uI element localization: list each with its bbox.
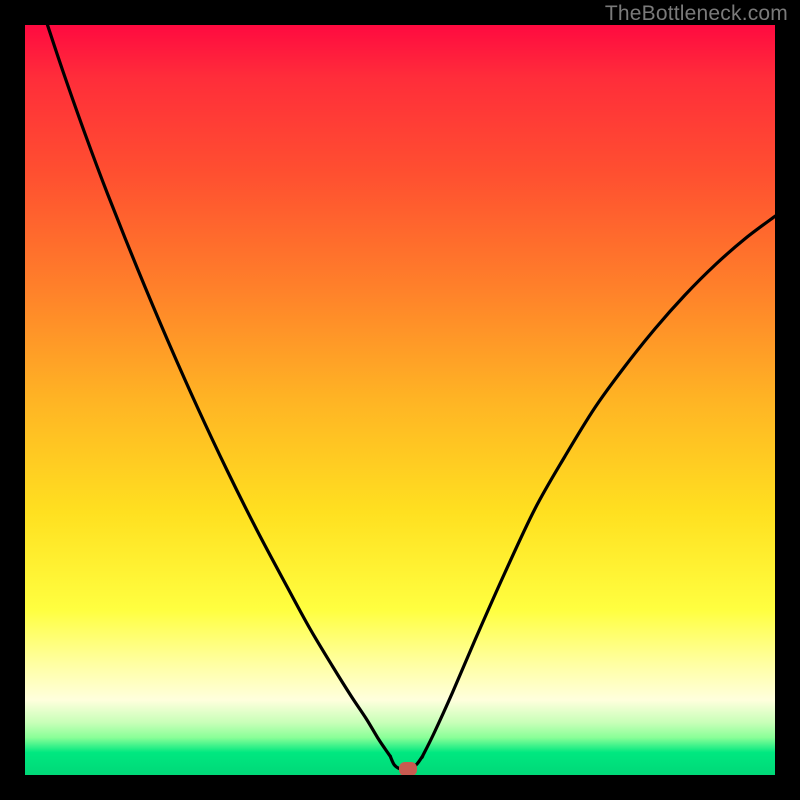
curve-path — [48, 25, 776, 770]
bottleneck-curve — [25, 25, 775, 775]
chart-plot-area — [25, 25, 775, 775]
chart-frame: TheBottleneck.com — [0, 0, 800, 800]
watermark-text: TheBottleneck.com — [605, 2, 788, 26]
optimal-point-marker — [399, 762, 417, 775]
